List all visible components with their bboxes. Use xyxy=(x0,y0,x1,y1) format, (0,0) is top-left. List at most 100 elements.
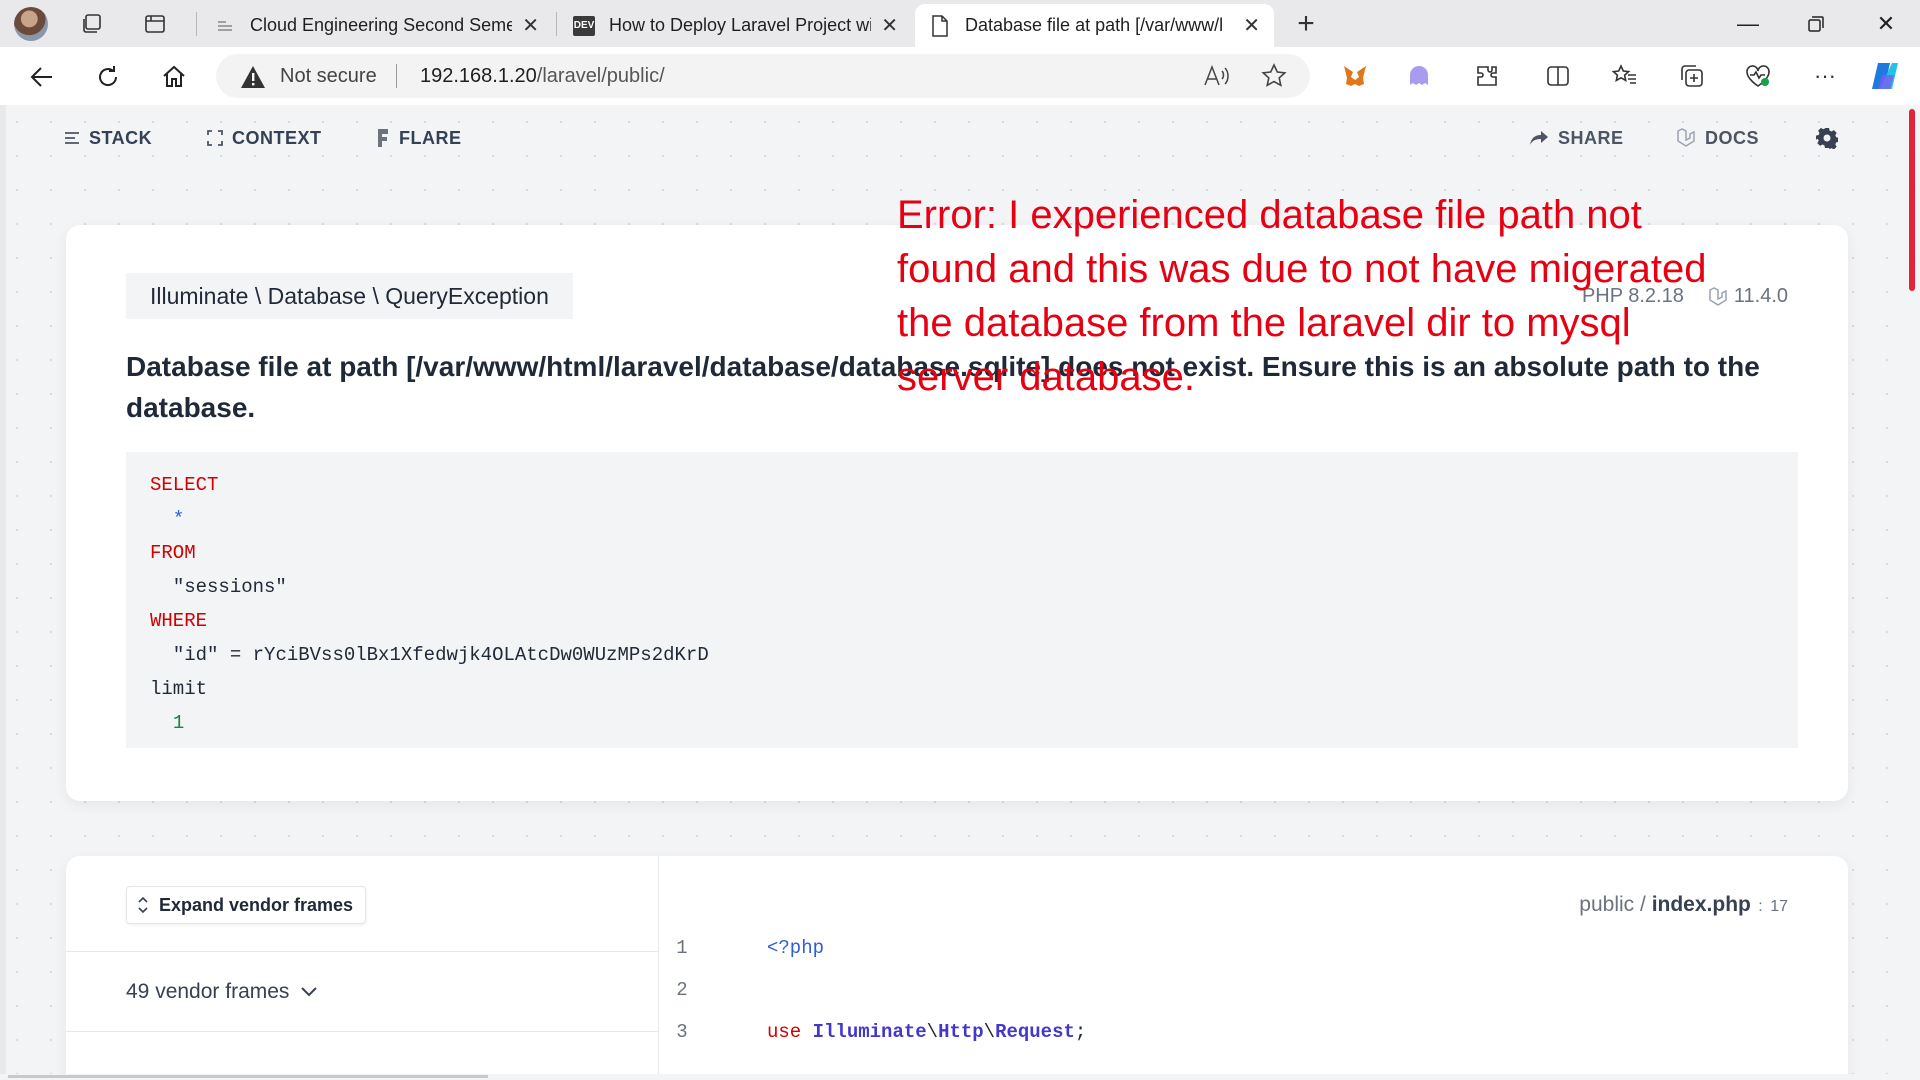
sql-operator: = xyxy=(229,644,242,666)
address-bar[interactable]: Not secure 192.168.1.20/laravel/public/ xyxy=(216,54,1310,98)
metamask-icon[interactable] xyxy=(1340,61,1370,91)
close-tab-icon[interactable]: ✕ xyxy=(881,13,898,38)
file-path[interactable]: public / index.php : 17 xyxy=(1579,893,1788,917)
ignition-error-page: STACK CONTEXT FLARE SHARE DOCS Illuminat… xyxy=(0,105,1920,1080)
nav-flare[interactable]: FLARE xyxy=(376,123,462,153)
more-menu-icon[interactable]: ··· xyxy=(1810,61,1840,91)
expand-vendor-frames-button[interactable]: Expand vendor frames xyxy=(126,886,367,924)
browser-health-icon[interactable] xyxy=(1743,61,1773,91)
laravel-logo-icon xyxy=(1676,128,1696,148)
url-text[interactable]: 192.168.1.20/laravel/public/ xyxy=(420,65,665,88)
profile-avatar[interactable] xyxy=(14,7,48,41)
extensions-puzzle-icon[interactable] xyxy=(1472,61,1502,91)
close-window-icon[interactable]: ✕ xyxy=(1852,0,1920,47)
vendor-frames-toggle[interactable]: 49 vendor frames xyxy=(126,980,318,1004)
horizontal-scrollbar[interactable] xyxy=(0,1074,1905,1080)
vertical-scrollbar[interactable] xyxy=(1905,105,1920,1080)
nav-flare-label: FLARE xyxy=(399,127,462,148)
nav-share[interactable]: SHARE xyxy=(1529,123,1624,153)
browser-tab-cloud-engineering[interactable]: Cloud Engineering Second Seme ✕ xyxy=(200,4,553,47)
doc-lines-icon xyxy=(214,15,236,37)
page-icon xyxy=(929,14,951,37)
line-separator: : xyxy=(1753,898,1768,915)
collections-icon[interactable] xyxy=(1677,61,1707,91)
close-tab-icon[interactable]: ✕ xyxy=(1243,13,1260,38)
warning-icon[interactable] xyxy=(240,65,266,94)
line-number: 2 xyxy=(676,979,688,1001)
chevron-up-down-icon xyxy=(137,896,149,914)
sql-table: "sessions" xyxy=(172,576,287,598)
browser-tab-dev-to[interactable]: DEV How to Deploy Laravel Project wi ✕ xyxy=(559,4,912,47)
favorite-star-icon[interactable] xyxy=(1259,61,1289,91)
workspaces-icon[interactable] xyxy=(76,8,108,40)
exception-class: Illuminate \ Database \ QueryException xyxy=(126,273,573,319)
tab-title: Cloud Engineering Second Seme xyxy=(250,15,513,35)
code-line: 2 xyxy=(671,973,767,1007)
sql-query-box: SELECT * FROM "sessions" WHERE "id" = rY… xyxy=(126,452,1798,748)
sql-column: "id" xyxy=(172,644,219,666)
sql-keyword: SELECT xyxy=(150,474,219,496)
namespace-separator: \ xyxy=(926,1021,939,1043)
close-tab-icon[interactable]: ✕ xyxy=(522,13,539,38)
file-dir: public xyxy=(1579,893,1635,916)
list-icon xyxy=(64,131,80,145)
line-number: 1 xyxy=(676,937,688,959)
namespace-part: Illuminate xyxy=(812,1021,927,1043)
file-name: index.php xyxy=(1651,893,1751,916)
namespace-separator: \ xyxy=(983,1021,996,1043)
browser-tab-strip: Cloud Engineering Second Seme ✕ DEV How … xyxy=(0,0,1920,47)
share-arrow-icon xyxy=(1529,130,1549,146)
nav-context-label: CONTEXT xyxy=(232,127,322,148)
read-aloud-icon[interactable] xyxy=(1201,61,1231,91)
flare-icon xyxy=(376,128,390,148)
chevron-down-icon xyxy=(301,987,318,997)
split-screen-icon[interactable] xyxy=(1543,61,1573,91)
code-line: 3 use Illuminate \ Http \ Request; xyxy=(671,1015,1086,1049)
sql-star: * xyxy=(172,508,185,530)
nav-stack-label: STACK xyxy=(89,127,153,148)
minimize-icon[interactable]: — xyxy=(1714,0,1782,47)
copilot-icon[interactable] xyxy=(1867,61,1903,91)
scrollbar-thumb[interactable] xyxy=(8,1075,488,1078)
back-icon[interactable] xyxy=(24,59,60,95)
sql-limit: limit xyxy=(150,678,208,700)
frame-corners-icon xyxy=(207,130,223,146)
new-tab-icon[interactable]: + xyxy=(1290,7,1322,40)
nav-share-label: SHARE xyxy=(1558,127,1624,148)
tab-title: Database file at path [/var/www/l xyxy=(965,15,1224,35)
refresh-icon[interactable] xyxy=(90,59,126,95)
vendor-frames-label: 49 vendor frames xyxy=(126,980,290,1003)
namespace-part: Http xyxy=(938,1021,984,1043)
laravel-version-label: 11.4.0 xyxy=(1733,285,1788,307)
error-annotation: Error: I experienced database file path … xyxy=(897,193,1707,399)
sql-keyword: WHERE xyxy=(150,610,208,632)
php-open-tag: <?php xyxy=(767,937,825,959)
restore-icon[interactable] xyxy=(1782,0,1850,47)
dev-favicon-icon: DEV xyxy=(573,15,595,37)
stack-frames-panel: Expand vendor frames 49 vendor frames xyxy=(66,856,659,1078)
security-status[interactable]: Not secure xyxy=(280,65,377,88)
browser-toolbar: Not secure 192.168.1.20/laravel/public/ … xyxy=(0,47,1920,105)
favorites-icon[interactable] xyxy=(1610,61,1640,91)
stack-trace-card: Expand vendor frames 49 vendor frames pu… xyxy=(66,856,1848,1080)
expand-vendor-frames-label: Expand vendor frames xyxy=(159,894,354,915)
sql-limit-value: 1 xyxy=(172,712,185,734)
ghost-extension-icon[interactable] xyxy=(1404,61,1434,91)
settings-gear-icon[interactable] xyxy=(1816,123,1838,153)
browser-tab-active[interactable]: Database file at path [/var/www/l ✕ xyxy=(915,4,1274,47)
sql-value: rYciBVss0lBx1Xfedwjk4OLAtcDw0WUzMPs2dKrD xyxy=(252,644,709,666)
line-number: 3 xyxy=(676,1021,688,1043)
nav-docs[interactable]: DOCS xyxy=(1676,123,1759,153)
scrollbar-thumb[interactable] xyxy=(1909,109,1915,291)
laravel-version: 11.4.0 xyxy=(1708,285,1788,308)
sql-keyword: FROM xyxy=(150,542,196,564)
nav-context[interactable]: CONTEXT xyxy=(207,123,322,153)
line-number: 17 xyxy=(1770,898,1788,915)
tab-title: How to Deploy Laravel Project wi xyxy=(609,15,872,35)
php-keyword: use xyxy=(767,1021,802,1043)
code-line: 1 <?php xyxy=(671,931,824,965)
tab-actions-icon[interactable] xyxy=(139,8,171,40)
home-icon[interactable] xyxy=(156,59,192,95)
path-separator: / xyxy=(1634,893,1652,916)
nav-stack[interactable]: STACK xyxy=(64,123,152,153)
